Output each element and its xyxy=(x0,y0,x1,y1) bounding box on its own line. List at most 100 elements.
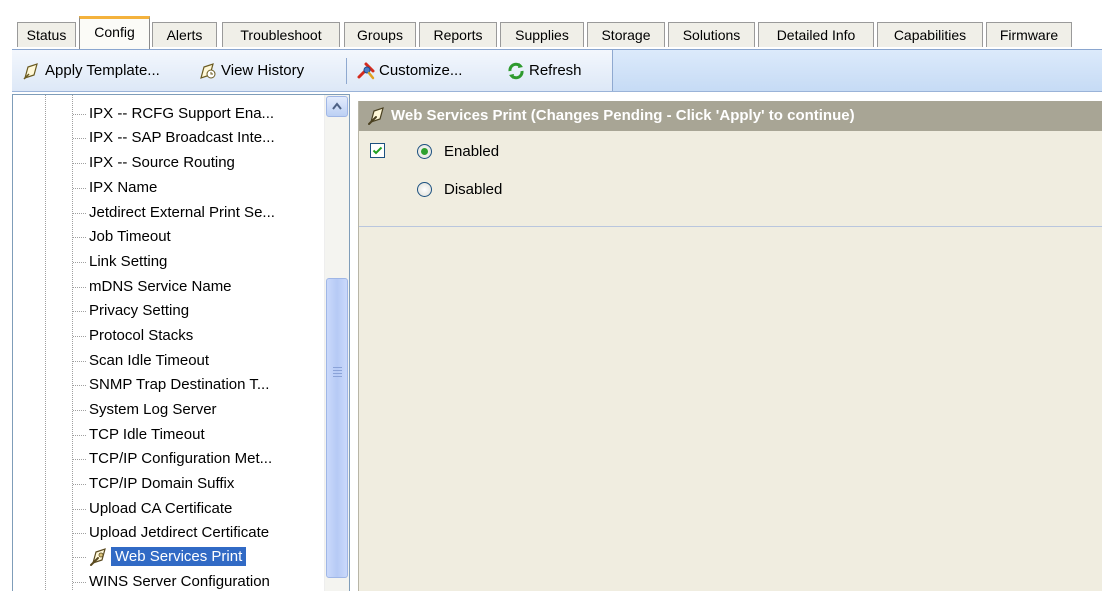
tree-item-label: IPX -- RCFG Support Ena... xyxy=(89,105,275,122)
tree-item-label: System Log Server xyxy=(89,401,217,418)
tree-item-label: SNMP Trap Destination T... xyxy=(89,376,270,393)
toolbar: Apply Template... View History Customize… xyxy=(12,49,1102,92)
radio-enabled[interactable]: Enabled xyxy=(417,140,499,162)
toolbar-button-group: Apply Template... View History Customize… xyxy=(12,50,613,91)
tree-item-label: Upload Jetdirect Certificate xyxy=(89,524,270,541)
setting-wrench-icon xyxy=(368,107,384,125)
setting-wrench-icon xyxy=(90,548,106,567)
tree-item-label: Upload CA Certificate xyxy=(89,500,233,517)
tree-item-label: TCP/IP Configuration Met... xyxy=(89,450,273,467)
tree-item-label: TCP/IP Domain Suffix xyxy=(89,475,235,492)
tree-item[interactable]: TCP/IP Domain Suffix xyxy=(73,473,234,495)
tab-label: Detailed Info xyxy=(776,27,856,43)
refresh-button[interactable]: Refresh xyxy=(506,60,582,82)
thumb-grip xyxy=(333,367,342,368)
tree-guide-line xyxy=(45,95,46,591)
history-icon xyxy=(200,63,216,79)
radio-label: Disabled xyxy=(444,180,503,198)
tab-supplies[interactable]: Supplies xyxy=(500,22,584,47)
tab-label: Firmware xyxy=(999,27,1059,43)
checkmark-icon xyxy=(372,146,383,155)
tab-firmware[interactable]: Firmware xyxy=(986,22,1072,47)
tree-item[interactable]: IPX -- RCFG Support Ena... xyxy=(73,103,274,125)
tab-label: Reports xyxy=(433,27,483,43)
tab-detailed-info[interactable]: Detailed Info xyxy=(758,22,874,47)
thumb-grip xyxy=(333,370,342,371)
tree-item[interactable]: Privacy Setting xyxy=(73,300,189,322)
tab-troubleshoot[interactable]: Troubleshoot xyxy=(222,22,340,47)
tree-item-label: IPX -- Source Routing xyxy=(89,154,235,171)
tree-item[interactable]: Jetdirect External Print Se... xyxy=(73,202,275,224)
radio-disabled[interactable]: Disabled xyxy=(417,178,502,200)
tree-item[interactable]: TCP/IP Configuration Met... xyxy=(73,448,272,470)
tree-item-label: Link Setting xyxy=(89,253,168,270)
tab-label: Solutions xyxy=(682,27,741,43)
tree-item[interactable]: System Log Server xyxy=(73,399,217,421)
tree-item[interactable]: Job Timeout xyxy=(73,226,171,248)
tab-label: Status xyxy=(26,27,67,43)
tab-label: Supplies xyxy=(515,27,569,43)
tab-reports[interactable]: Reports xyxy=(419,22,497,47)
apply-template-button[interactable]: Apply Template... xyxy=(22,60,160,82)
tree-item-label: Web Services Print xyxy=(111,547,247,566)
tree-item[interactable]: SNMP Trap Destination T... xyxy=(73,374,269,396)
chevron-up-icon xyxy=(332,102,342,110)
tree-item-label: WINS Server Configuration xyxy=(89,573,270,590)
toolbar-separator xyxy=(346,58,347,84)
tab-label: Config xyxy=(94,24,135,40)
panel-title: Web Services Print (Changes Pending - Cl… xyxy=(391,107,855,124)
view-history-button[interactable]: View History xyxy=(198,60,304,82)
customize-button[interactable]: Customize... xyxy=(356,60,462,82)
apply-template-label: Apply Template... xyxy=(45,62,160,79)
tree-item-label: Privacy Setting xyxy=(89,302,190,319)
tree-item[interactable]: IPX -- SAP Broadcast Inte... xyxy=(73,127,275,149)
tab-storage[interactable]: Storage xyxy=(587,22,665,47)
tree-item-label: TCP Idle Timeout xyxy=(89,426,205,443)
tab-label: Storage xyxy=(601,27,651,43)
tab-alerts[interactable]: Alerts xyxy=(152,22,217,47)
radio-label: Enabled xyxy=(444,142,500,160)
tab-label: Groups xyxy=(357,27,403,43)
template-icon xyxy=(23,63,38,80)
tree-item-label: IPX Name xyxy=(89,179,158,196)
panel-header: Web Services Print (Changes Pending - Cl… xyxy=(359,101,1102,131)
tab-label: Capabilities xyxy=(893,27,967,43)
tree-item-label: mDNS Service Name xyxy=(89,278,232,295)
panel-divider xyxy=(359,226,1102,227)
tree-item[interactable]: Upload Jetdirect Certificate xyxy=(73,522,269,544)
refresh-icon xyxy=(508,62,524,80)
tab-capabilities[interactable]: Capabilities xyxy=(877,22,983,47)
tree-item-label: Jetdirect External Print Se... xyxy=(89,204,275,221)
tree-item[interactable]: mDNS Service Name xyxy=(73,276,232,298)
tree-item-label: IPX -- SAP Broadcast Inte... xyxy=(89,129,275,146)
tree-item[interactable]: IPX -- Source Routing xyxy=(73,152,235,174)
tree-item[interactable]: Link Setting xyxy=(73,251,167,273)
tree-item[interactable]: Protocol Stacks xyxy=(73,325,193,347)
scroll-thumb[interactable] xyxy=(326,278,348,578)
tab-solutions[interactable]: Solutions xyxy=(668,22,755,47)
settings-tree: IPX -- RCFG Support Ena... IPX -- SAP Br… xyxy=(12,94,350,591)
setting-enable-checkbox[interactable] xyxy=(370,143,385,158)
tab-label: Troubleshoot xyxy=(240,27,322,43)
scroll-up-button[interactable] xyxy=(326,96,348,117)
radio-button[interactable] xyxy=(417,181,432,197)
customize-icon xyxy=(357,62,375,80)
radio-button-selected[interactable] xyxy=(417,143,432,159)
tree-item-label: Job Timeout xyxy=(89,228,171,245)
tree-item[interactable]: Upload CA Certificate xyxy=(73,498,232,520)
tab-config[interactable]: Config xyxy=(79,16,150,49)
refresh-label: Refresh xyxy=(529,62,582,79)
tree-item-label: Protocol Stacks xyxy=(89,327,194,344)
tree-item-selected[interactable]: Web Services Print xyxy=(73,546,247,568)
tree-item[interactable]: WINS Server Configuration xyxy=(73,571,270,591)
tree-item[interactable]: IPX Name xyxy=(73,177,157,199)
tab-label: Alerts xyxy=(166,27,203,43)
tab-bar: Status Config Alerts Troubleshoot Groups… xyxy=(0,0,1102,50)
tree-item[interactable]: TCP Idle Timeout xyxy=(73,424,205,446)
view-history-label: View History xyxy=(221,62,305,79)
thumb-grip xyxy=(333,376,342,377)
tab-groups[interactable]: Groups xyxy=(344,22,416,47)
tab-status[interactable]: Status xyxy=(17,22,76,47)
tree-scrollbar[interactable] xyxy=(324,95,349,591)
tree-item[interactable]: Scan Idle Timeout xyxy=(73,350,209,372)
